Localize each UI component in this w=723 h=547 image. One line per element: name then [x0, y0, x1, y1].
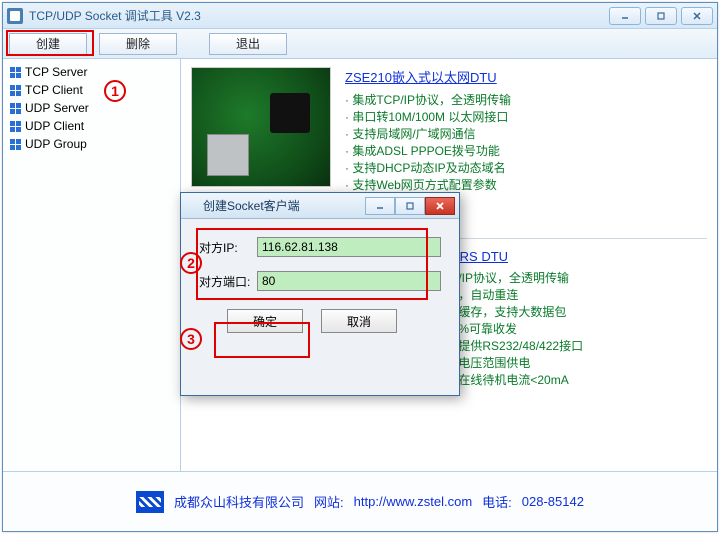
dialog-title: 创建Socket客户端: [203, 197, 365, 214]
node-icon: [9, 138, 21, 150]
product-title-link[interactable]: PRS DTU: [451, 249, 583, 264]
spec-item: 串口转10M/100M 以太网接口: [345, 109, 511, 126]
dialog-close-button[interactable]: [425, 197, 455, 215]
delete-button[interactable]: 删除: [99, 33, 177, 55]
sidebar-item-tcp-client[interactable]: TCP Client: [9, 81, 174, 99]
port-input[interactable]: [257, 271, 441, 291]
app-icon: [7, 8, 23, 24]
spec-item: 集成ADSL PPPOE拨号功能: [345, 143, 511, 160]
sidebar-item-udp-group[interactable]: UDP Group: [9, 135, 174, 153]
minimize-button[interactable]: [609, 7, 641, 25]
spec-item: 电压范围供电: [451, 355, 583, 372]
footer-logo: [136, 491, 164, 513]
toolbar: 创建 删除 退出: [3, 29, 717, 59]
footer-site-label: 网站:: [314, 492, 344, 511]
close-button[interactable]: [681, 7, 713, 25]
footer-phone: 028-85142: [522, 494, 584, 509]
spec-item: 提供RS232/48/422接口: [451, 338, 583, 355]
footer-site-link[interactable]: http://www.zstel.com: [354, 494, 472, 509]
product-title-link[interactable]: ZSE210嵌入式以太网DTU: [345, 67, 511, 86]
dialog-maximize-button[interactable]: [395, 197, 425, 215]
ip-input[interactable]: [257, 237, 441, 257]
spec-item: /IP协议，全透明传输: [451, 270, 583, 287]
sidebar-item-tcp-server[interactable]: TCP Server: [9, 63, 174, 81]
spec-item: 支持DHCP动态IP及动态域名: [345, 160, 511, 177]
cancel-button[interactable]: 取消: [321, 309, 397, 333]
window-title: TCP/UDP Socket 调试工具 V2.3: [29, 7, 609, 24]
spec-item: %可靠收发: [451, 321, 583, 338]
node-icon: [9, 66, 21, 78]
dialog-minimize-button[interactable]: [365, 197, 395, 215]
node-icon: [9, 84, 21, 96]
node-icon: [9, 120, 21, 132]
spec-item: 集成TCP/IP协议，全透明传输: [345, 92, 511, 109]
dialog-titlebar: 创建Socket客户端: [181, 193, 459, 219]
spec-item: 在线待机电流<20mA: [451, 372, 583, 389]
dialog-body: 对方IP: 对方端口: 确定 取消: [181, 219, 459, 343]
sidebar-item-udp-server[interactable]: UDP Server: [9, 99, 174, 117]
footer: 成都众山科技有限公司 网站: http://www.zstel.com 电话: …: [3, 471, 717, 531]
footer-company: 成都众山科技有限公司: [174, 492, 304, 511]
maximize-button[interactable]: [645, 7, 677, 25]
sidebar-item-label: UDP Group: [25, 137, 87, 151]
spec-list: /IP协议，全透明传输 ，自动重连 缓存，支持大数据包 %可靠收发 提供RS23…: [451, 270, 583, 389]
window-controls: [609, 7, 713, 25]
spec-item: 缓存，支持大数据包: [451, 304, 583, 321]
sidebar-item-udp-client[interactable]: UDP Client: [9, 117, 174, 135]
ip-row: 对方IP:: [199, 237, 441, 257]
spec-item: 支持局域网/广域网通信: [345, 126, 511, 143]
dialog-icon: [185, 199, 199, 213]
sidebar-item-label: UDP Client: [25, 119, 84, 133]
port-label: 对方端口:: [199, 273, 257, 290]
port-row: 对方端口:: [199, 271, 441, 291]
product-image: [191, 67, 331, 187]
product-info: PRS DTU /IP协议，全透明传输 ，自动重连 缓存，支持大数据包 %可靠收…: [451, 249, 583, 389]
sidebar: TCP Server TCP Client UDP Server UDP Cli…: [3, 59, 181, 471]
spec-item: ，自动重连: [451, 287, 583, 304]
sidebar-item-label: TCP Client: [25, 83, 83, 97]
dialog-buttons: 确定 取消: [227, 309, 441, 333]
dialog-controls: [365, 197, 455, 215]
ok-button[interactable]: 确定: [227, 309, 303, 333]
titlebar: TCP/UDP Socket 调试工具 V2.3: [3, 3, 717, 29]
exit-button[interactable]: 退出: [209, 33, 287, 55]
node-icon: [9, 102, 21, 114]
create-socket-dialog: 创建Socket客户端 对方IP: 对方端口: 确定 取消: [180, 192, 460, 396]
sidebar-item-label: UDP Server: [25, 101, 89, 115]
ip-label: 对方IP:: [199, 239, 257, 256]
footer-phone-label: 电话:: [482, 492, 512, 511]
create-button[interactable]: 创建: [9, 33, 87, 55]
sidebar-item-label: TCP Server: [25, 65, 87, 79]
